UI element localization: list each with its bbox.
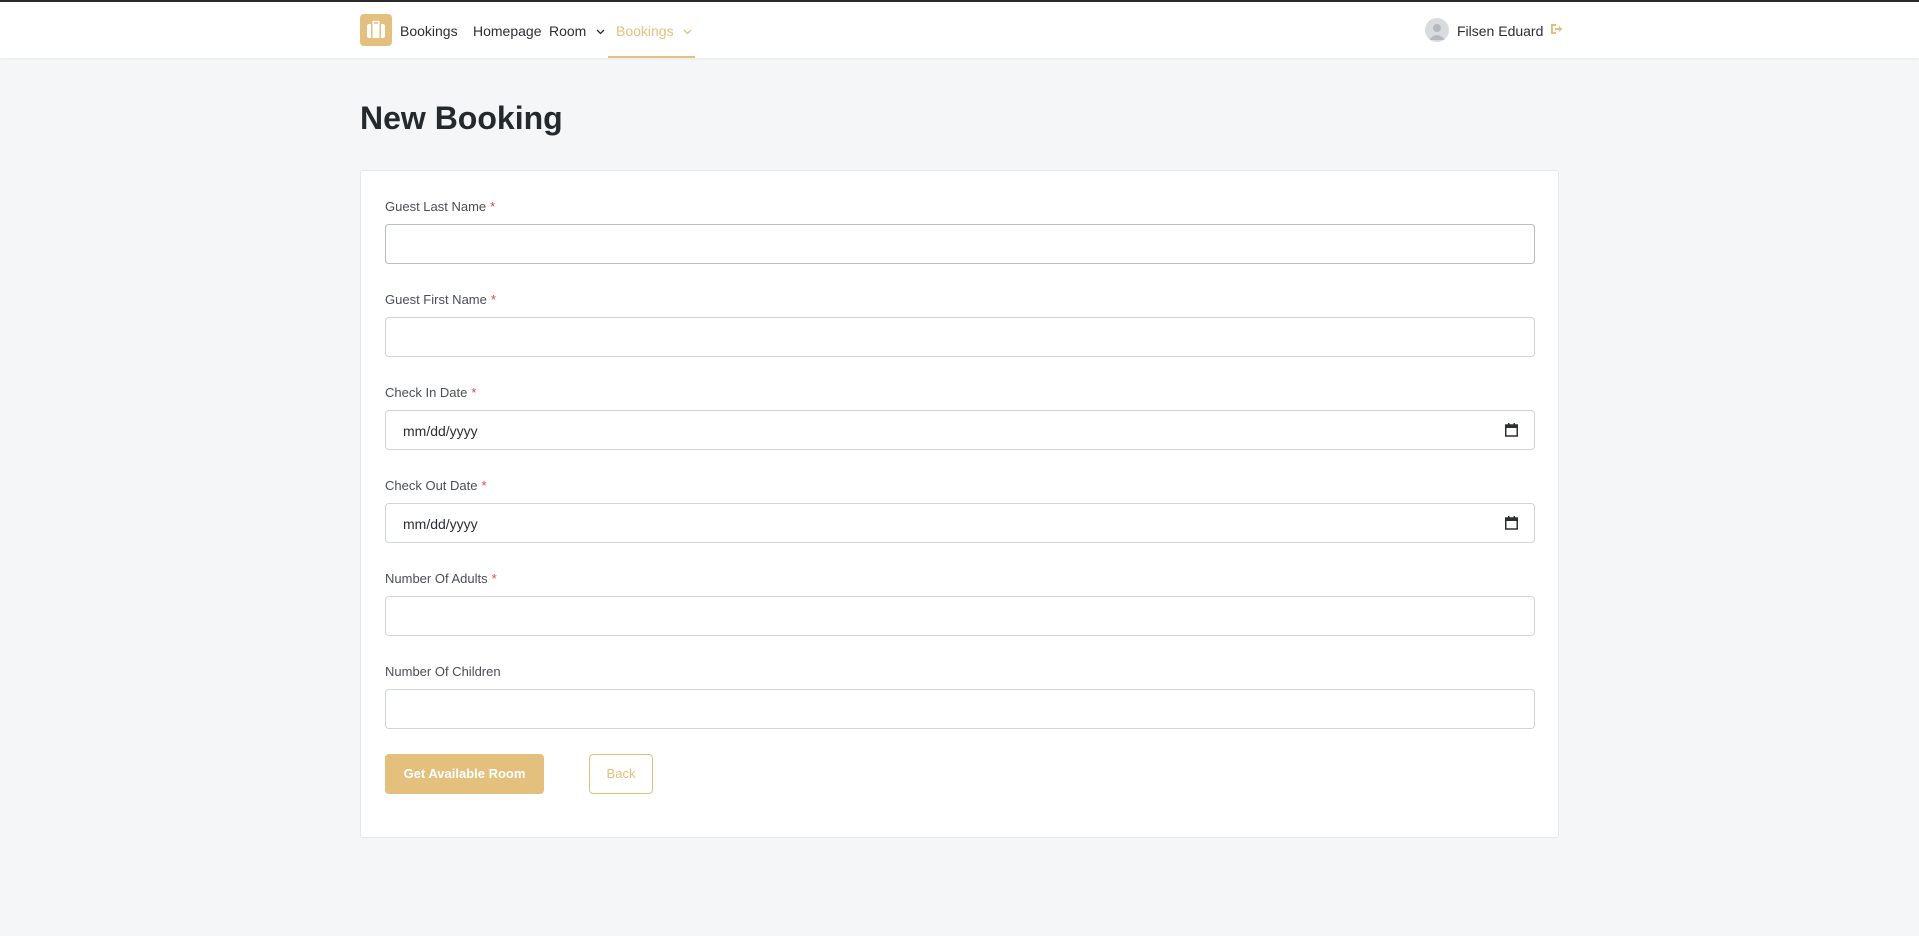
briefcase-logo-icon[interactable] <box>360 14 392 46</box>
nav-item-room[interactable]: Room <box>549 23 605 39</box>
number-of-children-label-text: Number Of Children <box>385 664 501 679</box>
navbar-container: Bookings Homepage Room Bookings Filsen E… <box>360 2 1563 58</box>
booking-form-card: Guest Last Name * Guest First Name * Check… <box>360 170 1559 838</box>
brand-name[interactable]: Bookings <box>400 23 458 39</box>
check-in-date-label-text: Check In Date <box>385 385 468 400</box>
check-in-date-input[interactable]: mm/dd/yyyy <box>385 410 1535 450</box>
number-of-children-label: Number Of Children <box>385 664 501 679</box>
logout-icon[interactable] <box>1550 23 1563 35</box>
user-avatar-icon[interactable] <box>1425 18 1449 42</box>
nav-item-bookings-label: Bookings <box>616 23 674 39</box>
page-title: New Booking <box>360 100 563 136</box>
calendar-icon[interactable] <box>1505 423 1518 437</box>
number-of-children-input[interactable] <box>385 689 1535 729</box>
check-in-date-value: mm/dd/yyyy <box>403 423 478 439</box>
number-of-adults-label: Number Of Adults * <box>385 571 497 586</box>
check-out-date-label-text: Check Out Date <box>385 478 478 493</box>
guest-first-name-label: Guest First Name * <box>385 292 496 307</box>
back-button[interactable]: Back <box>589 754 653 794</box>
check-out-date-label: Check Out Date * <box>385 478 487 493</box>
nav-item-room-label: Room <box>549 23 587 39</box>
number-of-adults-label-text: Number Of Adults <box>385 571 488 586</box>
required-marker: * <box>481 478 487 493</box>
required-marker: * <box>471 385 477 400</box>
guest-first-name-input[interactable] <box>385 317 1535 357</box>
chevron-down-icon <box>596 29 605 35</box>
check-out-date-input[interactable]: mm/dd/yyyy <box>385 503 1535 543</box>
required-marker: * <box>490 292 496 307</box>
user-name[interactable]: Filsen Eduard <box>1457 23 1543 39</box>
guest-last-name-label: Guest Last Name * <box>385 199 495 214</box>
guest-last-name-input[interactable] <box>385 224 1535 264</box>
chevron-down-icon <box>684 29 692 35</box>
guest-last-name-label-text: Guest Last Name <box>385 199 487 214</box>
calendar-icon[interactable] <box>1505 516 1518 530</box>
required-marker: * <box>490 199 496 214</box>
get-available-room-button[interactable]: Get Available Room <box>385 754 544 794</box>
check-out-date-value: mm/dd/yyyy <box>403 516 478 532</box>
top-navbar: Bookings Homepage Room Bookings Filsen E… <box>0 2 1919 58</box>
check-in-date-label: Check In Date * <box>385 385 476 400</box>
active-nav-indicator <box>608 56 695 58</box>
guest-first-name-label-text: Guest First Name <box>385 292 487 307</box>
required-marker: * <box>491 571 497 586</box>
nav-item-homepage[interactable]: Homepage <box>473 23 542 39</box>
nav-item-bookings[interactable]: Bookings <box>616 23 692 39</box>
number-of-adults-input[interactable] <box>385 596 1535 636</box>
